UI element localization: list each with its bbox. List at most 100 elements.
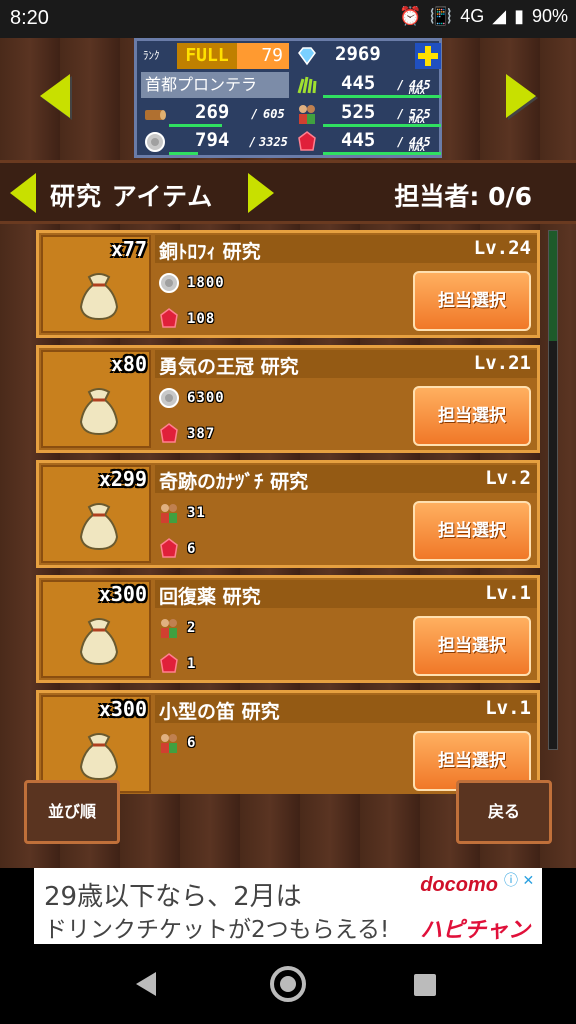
workers-icon: [161, 504, 177, 523]
research-list[interactable]: x77 銅ﾄﾛﾌｨ 研究 Lv.24 1800 108 担当選択 x80 勇気の…: [0, 226, 576, 794]
requirement-1: 6: [157, 729, 196, 757]
item-thumbnail: x299: [41, 465, 151, 563]
workers-icon: [161, 734, 177, 753]
grass-icon: [297, 76, 317, 94]
requirement-value: 6: [187, 541, 197, 557]
requirement-value: 1: [187, 656, 197, 672]
diamond-count: 2969: [335, 43, 381, 65]
item-thumbnail: x300: [41, 695, 151, 793]
requirement-value: 387: [187, 426, 216, 442]
silver-bar: [169, 152, 198, 155]
back-button[interactable]: 戻る: [456, 780, 552, 844]
workers-icon: [299, 105, 315, 124]
research-item[interactable]: x300 回復薬 研究 Lv.1 2 1 担当選択: [36, 575, 540, 683]
requirement-value: 108: [187, 311, 216, 327]
ad-brand: docomo: [420, 874, 498, 896]
requirement-1: 1800: [157, 269, 225, 297]
item-level: Lv.2: [485, 467, 531, 489]
status-bar: 8:20 ⏰ 📳 4G ◢ ▮ 90%: [0, 0, 576, 38]
ad-banner[interactable]: 29歳以下なら、2月は ドリンクチケットが2つもらえる! docomo ⓘ ✕ …: [34, 868, 542, 944]
vibrate-icon: 📳: [429, 6, 453, 26]
battery-icon: ▮: [514, 6, 524, 26]
item-level: Lv.24: [473, 237, 531, 259]
staff-count: 担当者: 0/6: [394, 182, 532, 211]
requirement-2: 387: [157, 420, 215, 448]
research-item[interactable]: x299 奇跡のｶﾅﾂﾞﾁ 研究 Lv.2 31 6 担当選択: [36, 460, 540, 568]
requirement-value: 2: [187, 620, 197, 636]
item-thumbnail: x77: [41, 235, 151, 333]
silver-current: 794: [195, 129, 230, 151]
wood-log-icon: [145, 110, 166, 120]
item-name: 小型の笛 研究: [159, 701, 280, 723]
item-level: Lv.21: [473, 352, 531, 374]
add-diamond-plus-icon[interactable]: [415, 43, 441, 69]
requirement-value: 6: [187, 735, 197, 751]
recent-apps-icon[interactable]: [414, 974, 436, 996]
prev-city-arrow-icon[interactable]: [40, 74, 70, 118]
assign-staff-button[interactable]: 担当選択: [413, 616, 531, 676]
silver-coin-icon: [145, 132, 165, 152]
assign-staff-button[interactable]: 担当選択: [413, 271, 531, 331]
requirement-1: 31: [157, 499, 206, 527]
sort-button[interactable]: 並び順: [24, 780, 120, 844]
ruby-current: 445: [341, 129, 376, 151]
grass-bar: [323, 95, 441, 98]
item-count: x300: [98, 697, 147, 721]
wood-current: 269: [195, 101, 230, 123]
requirement-value: 6300: [187, 390, 225, 406]
research-item[interactable]: x80 勇気の王冠 研究 Lv.21 6300 387 担当選択: [36, 345, 540, 453]
item-count: x299: [98, 467, 147, 491]
item-thumbnail: x80: [41, 350, 151, 448]
requirement-2: 6: [157, 535, 196, 563]
diamond-icon: [298, 47, 316, 66]
item-name: 勇気の王冠 研究: [159, 356, 299, 378]
system-nav-bar: [0, 944, 576, 1024]
item-title-strip: 小型の笛 研究 Lv.1: [155, 695, 537, 723]
item-level: Lv.1: [485, 582, 531, 604]
ruby-icon: [298, 131, 316, 151]
ruby-icon: [160, 538, 178, 558]
item-name: 奇跡のｶﾅﾂﾞﾁ 研究: [159, 471, 309, 493]
item-name: 銅ﾄﾛﾌｨ 研究: [159, 241, 261, 263]
workers-current: 525: [341, 101, 376, 123]
battery-level: 90%: [531, 6, 568, 26]
item-title-strip: 奇跡のｶﾅﾂﾞﾁ 研究 Lv.2: [155, 465, 537, 493]
next-city-arrow-icon[interactable]: [506, 74, 536, 118]
network-label: 4G: [460, 6, 485, 26]
next-category-arrow-icon[interactable]: [248, 173, 274, 213]
city-name: 首都プロンテラ: [141, 72, 289, 98]
resource-panel: ﾗﾝｸ FULL 79 2969 首都プロンテラ 445 / 445 MAX 2…: [134, 38, 442, 158]
ad-info-close-icon[interactable]: ⓘ ✕: [504, 870, 540, 890]
item-thumbnail: x300: [41, 580, 151, 678]
rank-status: FULL: [177, 43, 237, 69]
workers-bar: [323, 124, 441, 127]
game-screen: ﾗﾝｸ FULL 79 2969 首都プロンテラ 445 / 445 MAX 2…: [0, 38, 576, 868]
status-icons: ⏰ 📳 4G ◢ ▮ 90%: [399, 6, 568, 27]
rank-value: 79: [237, 43, 289, 69]
home-icon[interactable]: [270, 966, 306, 1002]
requirement-1: 6300: [157, 384, 225, 412]
item-bag-icon: [79, 503, 119, 551]
research-item[interactable]: x77 銅ﾄﾛﾌｨ 研究 Lv.24 1800 108 担当選択: [36, 230, 540, 338]
ruby-icon: [160, 308, 178, 328]
ad-product: ハピチャン: [420, 918, 530, 943]
item-count: x80: [110, 352, 147, 376]
workers-icon: [161, 619, 177, 638]
back-icon[interactable]: [136, 972, 156, 996]
ad-line-2: ドリンクチケットが2つもらえる!: [44, 917, 390, 943]
assign-staff-button[interactable]: 担当選択: [413, 386, 531, 446]
assign-staff-button[interactable]: 担当選択: [413, 501, 531, 561]
wood-bar: [169, 124, 222, 127]
item-count: x77: [110, 237, 147, 261]
item-bag-icon: [79, 388, 119, 436]
grass-current: 445: [341, 72, 376, 94]
prev-category-arrow-icon[interactable]: [10, 173, 36, 213]
ruby-icon: [160, 423, 178, 443]
requirement-2: 108: [157, 305, 215, 333]
item-title-strip: 勇気の王冠 研究 Lv.21: [155, 350, 537, 378]
wood-max: 605: [263, 107, 285, 121]
item-title-strip: 回復薬 研究 Lv.1: [155, 580, 537, 608]
research-item[interactable]: x300 小型の笛 研究 Lv.1 6 担当選択: [36, 690, 540, 794]
item-title-strip: 銅ﾄﾛﾌｨ 研究 Lv.24: [155, 235, 537, 263]
item-count: x300: [98, 582, 147, 606]
